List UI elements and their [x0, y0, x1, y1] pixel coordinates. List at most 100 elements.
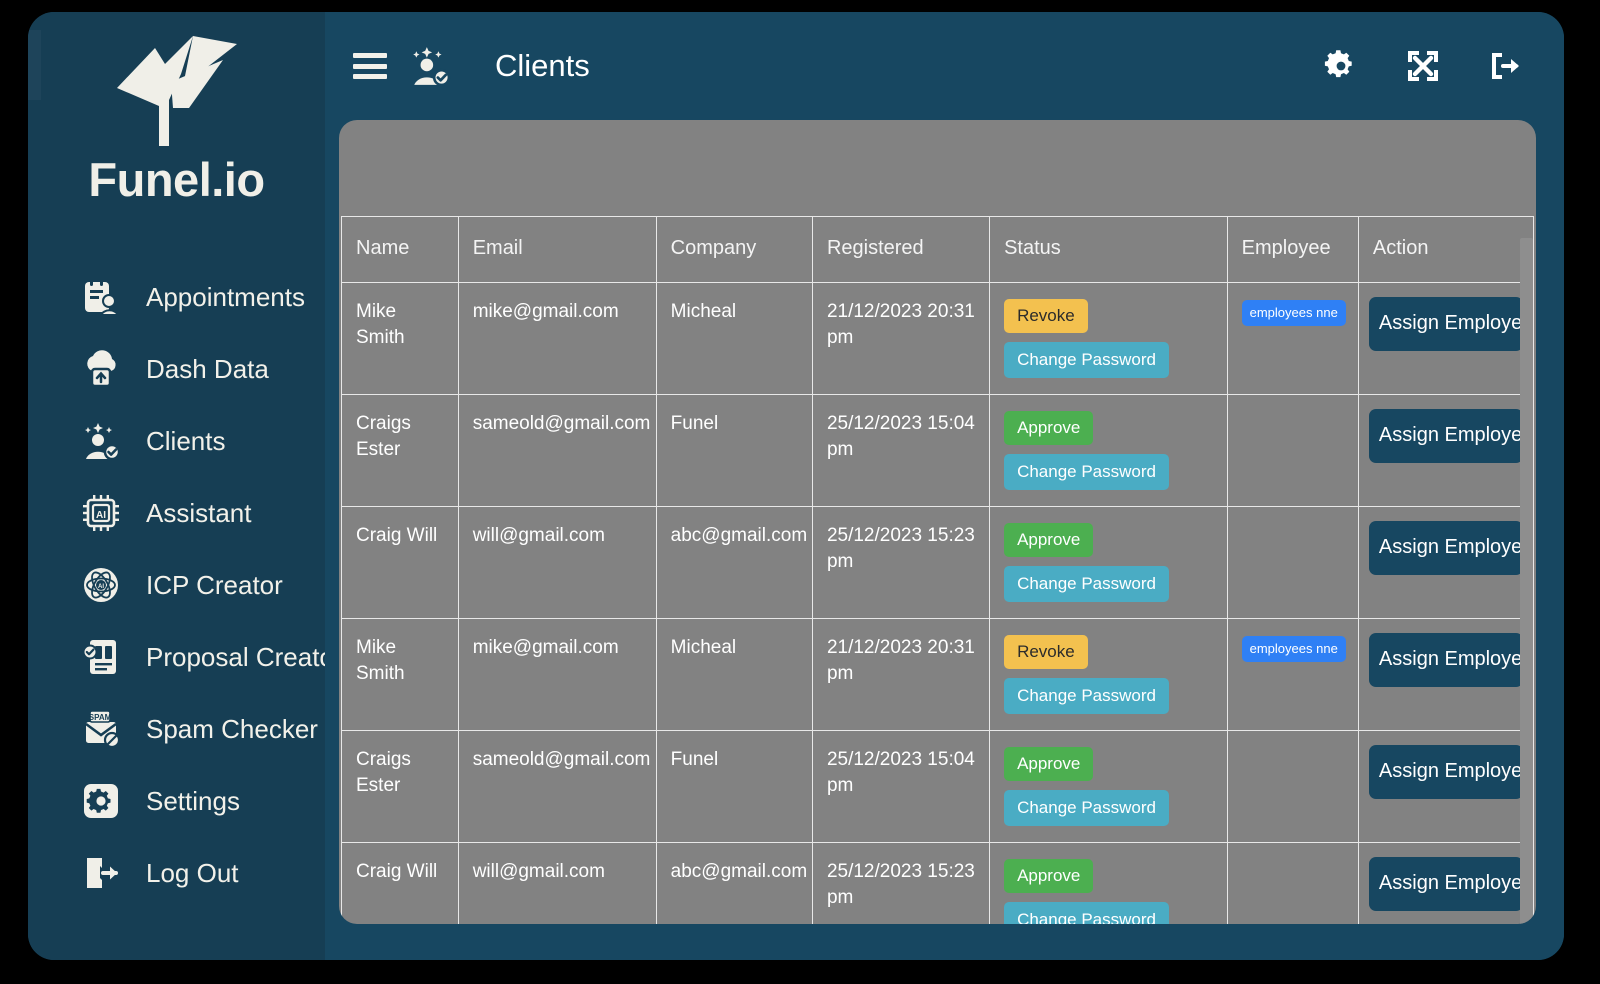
cell-name: Craigs Ester [341, 394, 459, 507]
cell-registered: 25/12/2023 15:23 pm [811, 506, 991, 619]
column-header-status[interactable]: Status [989, 216, 1228, 283]
table-row: Craig Will will@gmail.com abc@gmail.com 25/… [341, 506, 1535, 619]
icp-atom-icon: AI [80, 564, 122, 606]
cell-email: sameold@gmail.com [457, 394, 657, 507]
vertical-scrollbar[interactable] [1520, 238, 1533, 924]
logout-icon[interactable] [1488, 49, 1522, 83]
sidebar-item-label: Proposal Creator [146, 641, 343, 672]
employee-badge: employees nne [1241, 636, 1346, 662]
cell-email: mike@gmail.com [457, 282, 657, 395]
cell-employee [1226, 394, 1359, 507]
column-header-name[interactable]: Name [341, 216, 459, 283]
cell-status: Revoke Change Password [989, 618, 1228, 731]
table-row: Craigs Ester sameold@gmail.com Funel 25/12/… [341, 730, 1535, 843]
revoke-button[interactable]: Revoke [1004, 635, 1088, 669]
revoke-button[interactable]: Revoke [1004, 299, 1088, 333]
sidebar-item-settings[interactable]: Settings [28, 765, 325, 837]
column-header-company[interactable]: Company [655, 216, 813, 283]
sidebar-item-label: Settings [146, 785, 240, 816]
main-content: Clients Name Email Company Registered St… [325, 12, 1564, 960]
assign-employee-button[interactable]: Assign Employee [1368, 297, 1533, 351]
sidebar-item-log-out[interactable]: Log Out [28, 837, 325, 909]
approve-button[interactable]: Approve [1004, 411, 1094, 445]
approve-button[interactable]: Approve [1004, 747, 1094, 781]
spam-envelope-icon: SPAM [80, 708, 122, 750]
assign-employee-button[interactable]: Assign Employee [1368, 521, 1533, 575]
gear-icon[interactable] [1324, 49, 1358, 83]
change-password-button[interactable]: Change Password [1004, 566, 1169, 602]
cell-name: Craig Will [341, 506, 459, 619]
assign-employee-button[interactable]: Assign Employee [1368, 745, 1533, 799]
clients-icon [409, 45, 451, 87]
change-password-button[interactable]: Change Password [1004, 790, 1169, 826]
column-header-action[interactable]: Action [1357, 216, 1535, 283]
table-row: Mike Smith mike@gmail.com Micheal 21/12/202… [341, 282, 1535, 395]
cell-status: Approve Change Password [989, 730, 1228, 843]
change-password-button[interactable]: Change Password [1004, 454, 1169, 490]
sidebar-item-label: Appointments [146, 281, 305, 312]
sidebar-item-assistant[interactable]: AI Assistant [28, 477, 325, 549]
cell-action: Assign Employee [1357, 730, 1535, 843]
change-password-button[interactable]: Change Password [1004, 678, 1169, 714]
cell-employee [1226, 506, 1359, 619]
assign-employee-button[interactable]: Assign Employee [1368, 857, 1533, 911]
sidebar-item-proposal-creator[interactable]: Proposal Creator [28, 621, 343, 693]
cell-company: Funel [655, 394, 813, 507]
brand-logo: Funel.io [88, 34, 265, 206]
sidebar-item-appointments[interactable]: Appointments [28, 261, 325, 333]
assign-employee-button[interactable]: Assign Employee [1368, 409, 1533, 463]
approve-button[interactable]: Approve [1004, 523, 1094, 557]
scrollbar-thumb[interactable] [1520, 238, 1533, 924]
sidebar-item-icp-creator[interactable]: AI ICP Creator [28, 549, 325, 621]
cell-status: Revoke Change Password [989, 282, 1228, 395]
cloud-upload-icon [80, 348, 122, 390]
sidebar-item-label: Log Out [146, 857, 239, 888]
cell-status: Approve Change Password [989, 506, 1228, 619]
table-row: Mike Smith mike@gmail.com Micheal 21/12/202… [341, 618, 1535, 731]
cell-email: will@gmail.com [457, 842, 657, 924]
sidebar-item-label: Dash Data [146, 353, 269, 384]
cell-registered: 25/12/2023 15:04 pm [811, 730, 991, 843]
sidebar-item-label: Clients [146, 425, 226, 456]
clients-table: Name Email Company Registered Status Emp… [341, 216, 1535, 924]
sidebar-item-label: Spam Checker [146, 713, 318, 744]
sidebar-item-clients[interactable]: Clients [28, 405, 325, 477]
cell-email: mike@gmail.com [457, 618, 657, 731]
logout-icon [80, 852, 122, 894]
clients-icon [80, 420, 122, 462]
sidebar-item-dash-data[interactable]: Dash Data [28, 333, 325, 405]
fullscreen-expand-icon[interactable] [1406, 49, 1440, 83]
cell-employee: employees nne [1226, 618, 1359, 731]
cell-name: Mike Smith [341, 618, 459, 731]
clients-panel: Name Email Company Registered Status Emp… [339, 120, 1536, 924]
top-bar-actions [1324, 49, 1522, 83]
cell-email: will@gmail.com [457, 506, 657, 619]
appointments-icon [80, 276, 122, 318]
cell-company: Funel [655, 730, 813, 843]
column-header-employee[interactable]: Employee [1226, 216, 1359, 283]
column-header-email[interactable]: Email [457, 216, 657, 283]
cell-employee: employees nne [1226, 282, 1359, 395]
cell-name: Mike Smith [341, 282, 459, 395]
brand-name: Funel.io [88, 153, 265, 206]
hamburger-menu-icon[interactable] [353, 53, 387, 79]
approve-button[interactable]: Approve [1004, 859, 1094, 893]
employee-badge: employees nne [1241, 300, 1346, 326]
cell-status: Approve Change Password [989, 394, 1228, 507]
table-row: Craig Will will@gmail.com abc@gmail.com 25/… [341, 842, 1535, 924]
column-header-registered[interactable]: Registered [811, 216, 991, 283]
cell-employee [1226, 842, 1359, 924]
sidebar-item-label: ICP Creator [146, 569, 283, 600]
cell-registered: 25/12/2023 15:23 pm [811, 842, 991, 924]
change-password-button[interactable]: Change Password [1004, 342, 1169, 378]
proposal-document-icon [80, 636, 122, 678]
funel-bird-logo-icon [116, 36, 237, 146]
sidebar-item-spam-checker[interactable]: SPAM Spam Checker [28, 693, 325, 765]
cell-email: sameold@gmail.com [457, 730, 657, 843]
svg-text:AI: AI [96, 510, 106, 521]
change-password-button[interactable]: Change Password [1004, 902, 1169, 924]
assign-employee-button[interactable]: Assign Employee [1368, 633, 1533, 687]
table-header: Name Email Company Registered Status Emp… [341, 216, 1535, 283]
cell-company: Micheal [655, 618, 813, 731]
sidebar-scroll-indicator [28, 30, 41, 100]
